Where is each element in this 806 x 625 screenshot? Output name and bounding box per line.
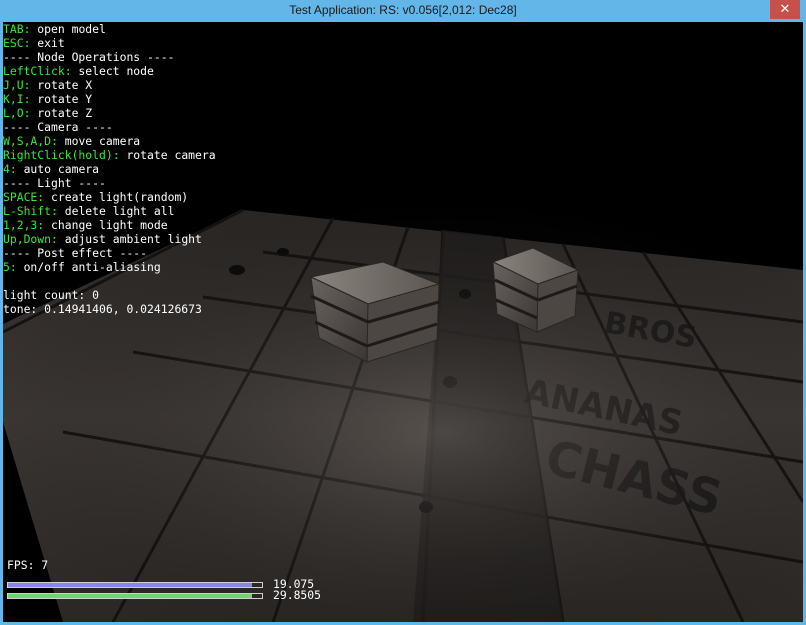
help-line [3,274,216,288]
help-line-text: auto camera [16,162,100,176]
title-bar[interactable]: Test Application: RS: v0.056[2,012: Dec2… [0,0,806,22]
close-button[interactable]: ✕ [770,0,800,19]
help-line: L,O: rotate Z [3,106,216,120]
help-line-text: light count: 0 [3,288,100,302]
help-line: light count: 0 [3,288,216,302]
help-line-text: ---- Light ---- [3,176,106,190]
help-line: K,I: rotate Y [3,92,216,106]
frame-time-bar-1 [7,582,263,588]
render-viewport[interactable]: ANANAS CHASS BROS [3,22,803,622]
help-line: ---- Camera ---- [3,120,216,134]
help-line: ---- Post effect ---- [3,246,216,260]
help-line-key: ESC: [3,36,31,50]
help-line: ESC: exit [3,36,216,50]
frame-time-bar-2-fill [8,594,252,598]
help-line-text: ---- Camera ---- [3,120,113,134]
help-line-key: SPACE: [3,190,45,204]
help-line-text: change light mode [44,218,168,232]
help-line-text: create light(random) [44,190,189,204]
frame-time-bar-2 [7,593,263,599]
app-window: Test Application: RS: v0.056[2,012: Dec2… [0,0,806,625]
help-line: LeftClick: select node [3,64,216,78]
help-line: tone: 0.14941406, 0.024126673 [3,302,216,316]
help-line: ---- Light ---- [3,176,216,190]
help-line: TAB: open model [3,22,216,36]
window-title: Test Application: RS: v0.056[2,012: Dec2… [289,3,517,17]
help-line-text: select node [71,64,154,78]
help-line-text: move camera [57,134,141,148]
help-line-key: L,O: [3,106,31,120]
help-line-key: J,U: [3,78,31,92]
help-line-text: rotate Z [30,106,93,120]
help-line-text: rotate Y [30,92,93,106]
help-line-key: K,I: [3,92,31,106]
help-overlay: TAB: open model ESC: exit ---- Node Operat… [3,22,216,316]
help-line-text: ---- Node Operations ---- [3,50,175,64]
help-line-text: exit [30,36,65,50]
help-line-text: tone: 0.14941406, 0.024126673 [3,302,202,316]
help-line: ---- Node Operations ---- [3,50,216,64]
help-line: W,S,A,D: move camera [3,134,216,148]
help-line-key: L-Shift: [3,204,58,218]
help-line-text: ---- Post effect ---- [3,246,148,260]
help-line-text: open model [30,22,106,36]
fps-counter: FPS: 7 [7,558,49,572]
frame-time-bar-1-fill [8,583,252,587]
help-line-key: 4: [3,162,17,176]
help-line: Up,Down: adjust ambient light [3,232,216,246]
help-line-key: W,S,A,D: [3,134,58,148]
help-line-key: Up,Down: [3,232,58,246]
help-line-text: rotate camera [119,148,216,162]
help-line: J,U: rotate X [3,78,216,92]
help-line-key: 1,2,3: [3,218,45,232]
help-line: RightClick(hold): rotate camera [3,148,216,162]
frame-time-value-2: 29.8505 [273,588,322,602]
help-line-key: 5: [3,260,17,274]
help-line: L-Shift: delete light all [3,204,216,218]
help-line: SPACE: create light(random) [3,190,216,204]
help-line-key: LeftClick: [3,64,72,78]
help-line-key: RightClick(hold): [3,148,120,162]
help-line-text: delete light all [57,204,175,218]
help-line-text: rotate X [30,78,93,92]
help-line: 1,2,3: change light mode [3,218,216,232]
help-line-key: TAB: [3,22,31,36]
help-line-text: on/off anti-aliasing [16,260,161,274]
help-line-text: adjust ambient light [57,232,202,246]
help-line: 4: auto camera [3,162,216,176]
help-line: 5: on/off anti-aliasing [3,260,216,274]
